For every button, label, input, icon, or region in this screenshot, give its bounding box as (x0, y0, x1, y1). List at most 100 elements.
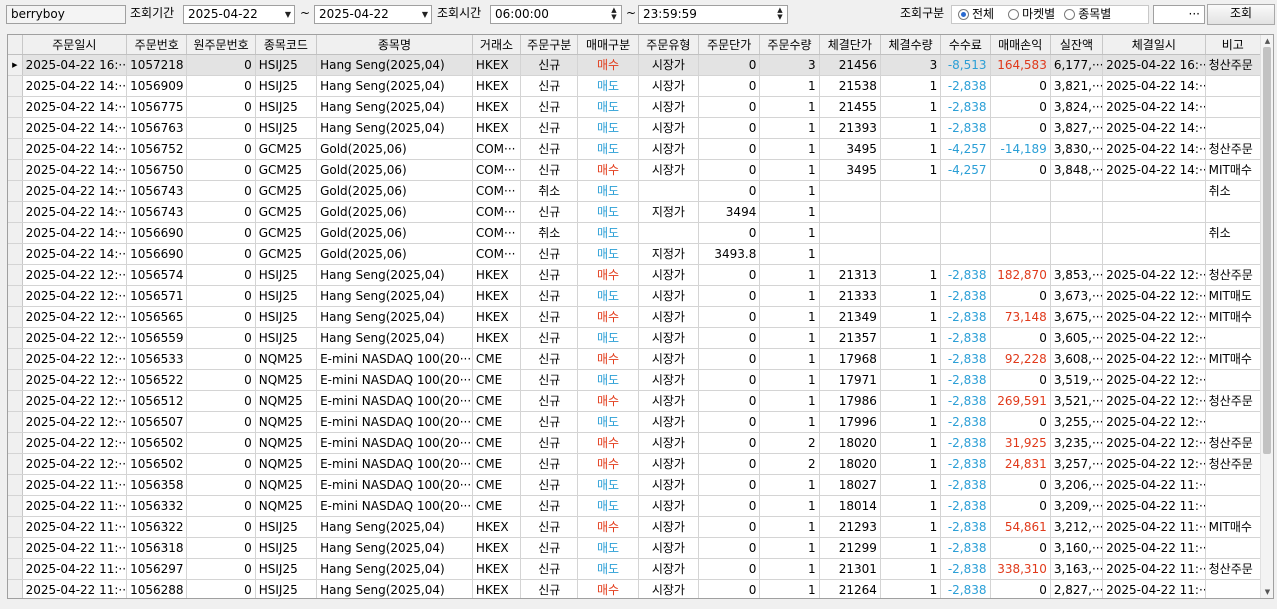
row-indicator[interactable] (8, 138, 23, 160)
table-row[interactable]: 2025-04-22 14:··· 1056690 0 GCM25 Gold(2025,… (8, 243, 1262, 265)
table-row[interactable]: 2025-04-22 11:··· 1056332 0 NQM25 E-mini NAS… (8, 495, 1262, 517)
table-row[interactable]: 2025-04-22 14:··· 1056750 0 GCM25 Gold(2025,… (8, 159, 1262, 181)
scroll-up-icon[interactable]: ▲ (1261, 35, 1273, 47)
time-to-input[interactable]: 23:59:59 ▲ ▼ (638, 5, 788, 24)
row-indicator[interactable] (8, 474, 23, 496)
column-header[interactable]: 체결일시 (1102, 35, 1206, 55)
table-row[interactable]: 2025-04-22 11:··· 1056297 0 HSIJ25 Hang Seng… (8, 558, 1262, 580)
column-header[interactable]: 종목코드 (255, 35, 318, 55)
column-header[interactable]: 주문단가 (698, 35, 761, 55)
table-row[interactable]: 2025-04-22 11:··· 1056322 0 HSIJ25 Hang Seng… (8, 516, 1262, 538)
scrollbar-thumb[interactable] (1263, 47, 1271, 454)
column-header[interactable]: 주문번호 (126, 35, 188, 55)
filter-option-symbol[interactable]: 종목별 (1064, 7, 1111, 21)
table-row[interactable]: 2025-04-22 14:··· 1056743 0 GCM25 Gold(2025,… (8, 180, 1262, 202)
table-row[interactable]: 2025-04-22 12:··· 1056507 0 NQM25 E-mini NAS… (8, 411, 1262, 433)
vertical-scrollbar[interactable]: ▲ ▼ (1260, 35, 1273, 598)
balance-cell: 3,605,··· (1050, 327, 1104, 349)
chevron-down-icon[interactable]: ▼ (285, 6, 291, 23)
original-order-number-cell: 0 (186, 201, 256, 223)
row-indicator[interactable] (8, 411, 23, 433)
spin-updown-icon[interactable]: ▲ ▼ (609, 7, 619, 21)
search-button[interactable]: 조회 (1207, 4, 1275, 25)
table-row[interactable]: 2025-04-22 14:··· 1056752 0 GCM25 Gold(2025,… (8, 138, 1262, 160)
row-indicator[interactable] (8, 264, 23, 286)
table-row[interactable]: 2025-04-22 11:··· 1056288 0 HSIJ25 Hang Seng… (8, 579, 1262, 598)
symbol-lookup-button[interactable]: ··· (1153, 5, 1205, 24)
row-indicator[interactable] (8, 201, 23, 223)
table-row[interactable]: 2025-04-22 12:··· 1056502 0 NQM25 E-mini NAS… (8, 432, 1262, 454)
trade-pnl-cell (990, 222, 1051, 244)
fill-datetime-cell: 2025-04-22 11:··· (1102, 579, 1206, 598)
row-indicator[interactable] (8, 495, 23, 517)
row-indicator[interactable] (8, 348, 23, 370)
row-indicator[interactable] (8, 75, 23, 97)
table-row[interactable]: 2025-04-22 14:··· 1056763 0 HSIJ25 Hang Seng… (8, 117, 1262, 139)
trade-pnl-cell (990, 180, 1051, 202)
spin-updown-icon[interactable]: ▲ ▼ (775, 7, 785, 21)
column-header[interactable]: 체결단가 (819, 35, 881, 55)
row-indicator[interactable] (8, 369, 23, 391)
row-indicator[interactable] (8, 96, 23, 118)
row-indicator[interactable] (8, 558, 23, 580)
commission-cell: -2,838 (940, 327, 991, 349)
column-header[interactable]: 원주문번호 (186, 35, 256, 55)
order-type-cell: 시장가 (638, 159, 700, 181)
table-row[interactable]: 2025-04-22 12:··· 1056574 0 HSIJ25 Hang Seng… (8, 264, 1262, 286)
table-row[interactable]: 2025-04-22 12:··· 1056522 0 NQM25 E-mini NAS… (8, 369, 1262, 391)
row-indicator[interactable] (8, 243, 23, 265)
table-row[interactable]: 2025-04-22 12:··· 1056565 0 HSIJ25 Hang Seng… (8, 306, 1262, 328)
row-indicator[interactable] (8, 222, 23, 244)
chevron-down-icon[interactable]: ▼ (422, 6, 428, 23)
row-pointer-icon[interactable]: ▶ (8, 54, 23, 76)
time-from-input[interactable]: 06:00:00 ▲ ▼ (490, 5, 622, 24)
row-indicator[interactable] (8, 306, 23, 328)
row-indicator[interactable] (8, 390, 23, 412)
filter-option-all[interactable]: 전체 (958, 7, 994, 21)
row-indicator[interactable] (8, 453, 23, 475)
column-header[interactable]: 주문일시 (22, 35, 128, 55)
table-row[interactable]: 2025-04-22 12:··· 1056502 0 NQM25 E-mini NAS… (8, 453, 1262, 475)
row-indicator[interactable] (8, 285, 23, 307)
table-row[interactable]: 2025-04-22 14:··· 1056743 0 GCM25 Gold(2025,… (8, 201, 1262, 223)
date-to-combo[interactable]: 2025-04-22 ▼ (314, 5, 432, 24)
column-header[interactable]: 주문구분 (520, 35, 579, 55)
table-row[interactable]: 2025-04-22 11:··· 1056358 0 NQM25 E-mini NAS… (8, 474, 1262, 496)
column-header[interactable]: 체결수량 (880, 35, 942, 55)
column-header[interactable]: 수수료 (940, 35, 991, 55)
fill-quantity-cell: 1 (880, 369, 942, 391)
table-row[interactable]: 2025-04-22 14:··· 1056690 0 GCM25 Gold(2025,… (8, 222, 1262, 244)
scroll-down-icon[interactable]: ▼ (1261, 586, 1273, 598)
account-field[interactable]: berryboy (6, 5, 126, 24)
table-row[interactable]: 2025-04-22 12:··· 1056559 0 HSIJ25 Hang Seng… (8, 327, 1262, 349)
column-header[interactable]: 매매손익 (990, 35, 1051, 55)
column-header[interactable]: 주문수량 (759, 35, 820, 55)
commission-cell: -2,838 (940, 369, 991, 391)
row-indicator[interactable] (8, 180, 23, 202)
column-header[interactable]: 매매구분 (577, 35, 639, 55)
row-indicator[interactable] (8, 327, 23, 349)
column-header[interactable]: 종목명 (316, 35, 473, 55)
table-row[interactable]: 2025-04-22 14:··· 1056909 0 HSIJ25 Hang Seng… (8, 75, 1262, 97)
table-row[interactable]: ▶ 2025-04-22 16:··· 1057218 0 HSIJ25 Hang Sen… (8, 54, 1262, 76)
filter-option-market[interactable]: 마켓별 (1008, 7, 1055, 21)
column-header[interactable]: 실잔액 (1050, 35, 1104, 55)
table-row[interactable]: 2025-04-22 12:··· 1056533 0 NQM25 E-mini NAS… (8, 348, 1262, 370)
row-indicator[interactable] (8, 117, 23, 139)
commission-cell: -2,838 (940, 474, 991, 496)
row-indicator[interactable] (8, 159, 23, 181)
date-from-combo[interactable]: 2025-04-22 ▼ (183, 5, 295, 24)
column-header[interactable]: 거래소 (472, 35, 522, 55)
symbol-name-cell: E-mini NASDAQ 100(20··· (316, 348, 473, 370)
row-indicator[interactable] (8, 516, 23, 538)
table-row[interactable]: 2025-04-22 11:··· 1056318 0 HSIJ25 Hang Seng… (8, 537, 1262, 559)
row-indicator[interactable] (8, 579, 23, 598)
column-header[interactable]: 비고 (1205, 35, 1262, 55)
table-row[interactable]: 2025-04-22 12:··· 1056571 0 HSIJ25 Hang Seng… (8, 285, 1262, 307)
column-header[interactable]: 주문유형 (638, 35, 700, 55)
table-row[interactable]: 2025-04-22 14:··· 1056775 0 HSIJ25 Hang Seng… (8, 96, 1262, 118)
table-row[interactable]: 2025-04-22 12:··· 1056512 0 NQM25 E-mini NAS… (8, 390, 1262, 412)
row-indicator[interactable] (8, 432, 23, 454)
order-datetime-cell: 2025-04-22 11:··· (22, 495, 128, 517)
row-indicator[interactable] (8, 537, 23, 559)
